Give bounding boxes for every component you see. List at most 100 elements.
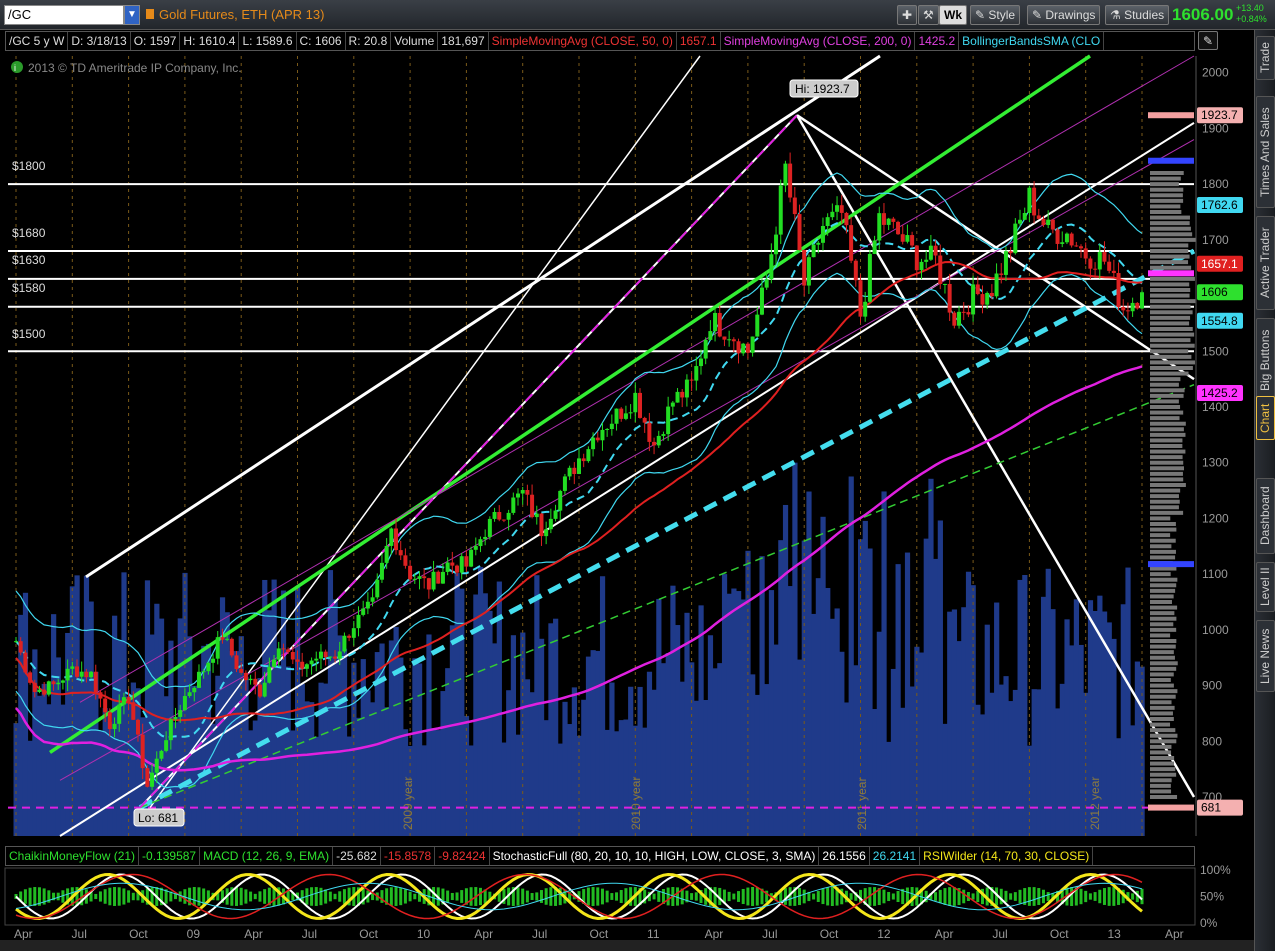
cmf-label[interactable]: ChaikinMoneyFlow (21) [6, 847, 140, 865]
profile-bar [1150, 627, 1177, 632]
price-axis-label: 900 [1202, 679, 1222, 693]
candle-body [178, 710, 183, 717]
candle-body [853, 260, 858, 281]
profile-bar [1150, 260, 1189, 265]
volume-bar [679, 681, 685, 836]
volume-bar [501, 742, 507, 836]
stoch-label[interactable]: StochasticFull (80, 20, 10, 10, HIGH, LO… [490, 847, 820, 865]
cmf-bar [399, 887, 403, 906]
candle-body [431, 571, 436, 590]
stoch-d: 26.2141 [870, 847, 921, 865]
profile-bar [1150, 477, 1184, 482]
candle-body [652, 441, 657, 446]
volume-bar [126, 696, 132, 836]
volume-bar [1022, 575, 1028, 836]
candle-body [835, 205, 840, 212]
cmf-bar [413, 893, 417, 900]
tab-level-ii[interactable]: Level II [1256, 562, 1275, 612]
volume-bar [1036, 689, 1042, 836]
profile-bar [1150, 644, 1176, 649]
profile-bar [1150, 237, 1196, 242]
cmf-bar [676, 887, 680, 906]
cmf-bar [117, 887, 121, 906]
volume-bar [83, 575, 90, 836]
volume-bar [1008, 701, 1014, 836]
tab-live-news[interactable]: Live News [1256, 620, 1275, 692]
profile-bar [1150, 733, 1178, 738]
tab-trade[interactable]: Trade [1256, 36, 1275, 80]
volume-bar [51, 614, 57, 836]
candle-body [168, 719, 173, 741]
volume-bar [712, 668, 718, 836]
volume-bar [787, 586, 793, 836]
macd-label[interactable]: MACD (12, 26, 9, EMA) [200, 847, 334, 865]
profile-bar [1150, 750, 1172, 755]
cmf-bar [615, 892, 619, 901]
volume-bar [1012, 689, 1019, 836]
profile-bar [1150, 232, 1193, 237]
volume-bar [1125, 567, 1131, 836]
year-label-2012: 2012 year [1088, 777, 1102, 830]
profile-bar [1150, 650, 1174, 655]
price-axis-label: 1300 [1202, 456, 1229, 470]
candle-body [103, 698, 108, 713]
volume-bar [60, 704, 66, 836]
volume-bar [599, 576, 606, 836]
cmf-bar [324, 889, 328, 904]
volume-bar [1073, 599, 1080, 836]
cmf-bar [938, 889, 942, 904]
time-axis-label: 11 [647, 927, 660, 940]
bottom-scroll-strip[interactable] [0, 940, 1254, 951]
candle-body [881, 213, 886, 225]
tab-chart[interactable]: Chart [1256, 396, 1275, 440]
candle-body [98, 692, 103, 699]
cmf-bar [460, 890, 464, 903]
volume-bar [815, 578, 821, 836]
cmf-bar [544, 888, 548, 905]
tab-big-buttons[interactable]: Big Buttons [1256, 318, 1275, 402]
volume-bar [684, 612, 690, 836]
tag-bb-lower: 1554.8 [1201, 314, 1238, 328]
tab-active-trader[interactable]: Active Trader [1256, 216, 1275, 310]
candle-body [478, 539, 483, 547]
candle-body [670, 402, 675, 407]
volume-bar [257, 678, 263, 836]
volume-bar [975, 704, 981, 836]
cmf-bar [657, 891, 661, 902]
cmf-bar [446, 890, 450, 903]
volume-bar [318, 682, 324, 836]
time-axis: Apr Jul Oct 09 Apr Jul Oct 10 Apr Jul Oct 11 Apr Jul O… [14, 927, 1184, 940]
year-label-2009: 2009 year [401, 777, 415, 830]
candle-body [28, 672, 33, 683]
tab-times-and-sales[interactable]: Times And Sales [1256, 96, 1275, 208]
volume-bar [942, 723, 948, 836]
time-axis-label: Oct [820, 927, 839, 940]
candle-body [1032, 187, 1037, 216]
volume-bar [590, 650, 596, 836]
volume-bar [881, 491, 887, 836]
profile-bar [1150, 332, 1195, 337]
lo-annotation: Lo: 681 [138, 811, 178, 825]
profile-bar [1150, 171, 1184, 175]
candle-body [694, 366, 699, 381]
price-chart[interactable]: 2009 year 2010 year 2011 year 2012 year … [0, 0, 1254, 940]
lower-axis-label: 100% [1200, 863, 1231, 877]
candle-body [51, 681, 56, 685]
cmf-bar [952, 887, 956, 906]
cmf-bar [666, 887, 670, 906]
cmf-bar [1046, 892, 1050, 901]
volume-bar [46, 704, 52, 836]
candle-body [211, 658, 216, 663]
volume-bar [445, 668, 451, 836]
info-icon[interactable] [11, 61, 23, 73]
volume-bar [872, 709, 878, 836]
cmf-bar [1037, 888, 1041, 905]
rsi-label[interactable]: RSIWilder (14, 70, 30, CLOSE) [920, 847, 1094, 865]
candle-body [933, 245, 938, 256]
cmf-bar [741, 888, 745, 905]
profile-bar [1150, 388, 1185, 393]
volume-bar [759, 556, 765, 836]
year-label-2011: 2011 year [855, 778, 869, 830]
candle-body [182, 696, 187, 711]
tab-dashboard[interactable]: Dashboard [1256, 478, 1275, 554]
